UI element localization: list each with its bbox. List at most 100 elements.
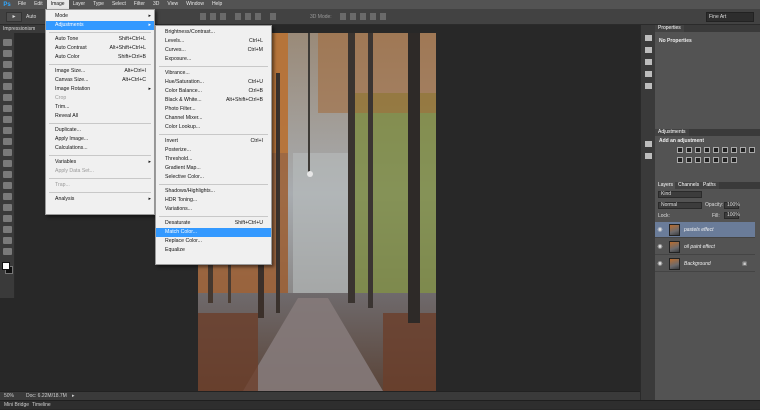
menu-item-reveal-all[interactable]: Reveal All <box>46 112 154 121</box>
lock-icon[interactable]: ▣ <box>742 261 747 267</box>
3d-roll-icon[interactable] <box>350 13 356 20</box>
menu-item-color-lookup[interactable]: Color Lookup... <box>156 123 271 132</box>
path-select-tool-icon[interactable] <box>3 215 12 222</box>
distribute-right-icon[interactable] <box>255 13 261 20</box>
3d-rotate-icon[interactable] <box>340 13 346 20</box>
hand-tool-icon[interactable] <box>3 237 12 244</box>
menu-item-channel-mixer[interactable]: Channel Mixer... <box>156 114 271 123</box>
menu-item-auto-contrast[interactable]: Auto Contrast Alt+Shift+Ctrl+L <box>46 44 154 53</box>
menu-view[interactable]: View <box>163 0 182 9</box>
menu-item-canvas-size[interactable]: Canvas Size... Alt+Ctrl+C <box>46 76 154 85</box>
exposure-adjustment-icon[interactable] <box>704 147 710 153</box>
menu-item-threshold[interactable]: Threshold... <box>156 155 271 164</box>
levels-adjustment-icon[interactable] <box>686 147 692 153</box>
history-brush-tool-icon[interactable] <box>3 138 12 145</box>
3d-slide-icon[interactable] <box>370 13 376 20</box>
visibility-eye-icon[interactable]: ◉ <box>655 260 665 267</box>
tab-paths[interactable]: Paths <box>700 182 719 189</box>
menu-item-shadows-highlights[interactable]: Shadows/Highlights... <box>156 187 271 196</box>
layer-row[interactable]: ◉ pastels effect <box>655 222 755 238</box>
menu-filter[interactable]: Filter <box>130 0 149 9</box>
move-tool-icon[interactable] <box>3 39 12 46</box>
menu-window[interactable]: Window <box>182 0 208 9</box>
clone-stamp-tool-icon[interactable] <box>3 127 12 134</box>
navigator-icon[interactable] <box>645 83 652 89</box>
brightness-adjustment-icon[interactable] <box>677 147 683 153</box>
menu-3d[interactable]: 3D <box>149 0 163 9</box>
menu-item-color-balance[interactable]: Color Balance... Ctrl+B <box>156 87 271 96</box>
play-icon[interactable] <box>645 59 652 65</box>
selective-color-adjustment-icon[interactable] <box>731 157 737 163</box>
lasso-tool-icon[interactable] <box>3 61 12 68</box>
menu-item-black-white[interactable]: Black & White... Alt+Shift+Ctrl+B <box>156 96 271 105</box>
workspace-switcher[interactable]: Fine Art <box>706 12 754 22</box>
menu-item-crop[interactable]: Crop <box>46 94 154 103</box>
hue-saturation-adjustment-icon[interactable] <box>722 147 728 153</box>
crop-tool-icon[interactable] <box>3 83 12 90</box>
3d-scale-icon[interactable] <box>380 13 386 20</box>
paragraph-icon[interactable] <box>645 153 652 159</box>
marquee-tool-icon[interactable] <box>3 50 12 57</box>
invert-adjustment-icon[interactable] <box>695 157 701 163</box>
channel-mixer-adjustment-icon[interactable] <box>677 157 683 163</box>
dodge-tool-icon[interactable] <box>3 182 12 189</box>
menu-item-equalize[interactable]: Equalize <box>156 246 271 255</box>
menu-item-levels[interactable]: Levels... Ctrl+L <box>156 37 271 46</box>
tab-layers[interactable]: Layers <box>655 182 677 189</box>
tab-channels[interactable]: Channels <box>675 182 703 189</box>
auto-select-checkbox[interactable]: Auto <box>26 13 42 21</box>
menu-item-calculations[interactable]: Calculations... <box>46 144 154 153</box>
menu-item-hdr-toning[interactable]: HDR Toning... <box>156 196 271 205</box>
quick-select-tool-icon[interactable] <box>3 72 12 79</box>
distribute-left-icon[interactable] <box>235 13 241 20</box>
menu-item-apply-image[interactable]: Apply Image... <box>46 135 154 144</box>
info-icon[interactable] <box>645 71 652 77</box>
distribute-middle-icon[interactable] <box>210 13 216 20</box>
blend-mode-select[interactable]: Normal <box>658 202 702 209</box>
3d-pan-icon[interactable] <box>360 13 366 20</box>
menu-type[interactable]: Type <box>89 0 108 9</box>
color-balance-adjustment-icon[interactable] <box>731 147 737 153</box>
menu-image[interactable]: Image <box>46 0 69 9</box>
tab-properties[interactable]: Properties <box>655 25 684 32</box>
vibrance-adjustment-icon[interactable] <box>713 147 719 153</box>
menu-item-image-rotation[interactable]: Image Rotation ▸ <box>46 85 154 94</box>
distribute-center-icon[interactable] <box>245 13 251 20</box>
menu-item-adjustments[interactable]: Adjustments ▸ <box>46 21 154 30</box>
menu-item-desaturate[interactable]: Desaturate Shift+Ctrl+U <box>156 219 271 228</box>
layer-row[interactable]: ◉ oil paint effect <box>655 239 755 255</box>
menu-item-variables[interactable]: Variables ▸ <box>46 158 154 167</box>
menu-item-mode[interactable]: Mode ▸ <box>46 12 154 21</box>
menu-item-curves[interactable]: Curves... Ctrl+M <box>156 46 271 55</box>
fill-field[interactable]: 100% <box>724 212 740 219</box>
healing-tool-icon[interactable] <box>3 105 12 112</box>
gradient-map-adjustment-icon[interactable] <box>722 157 728 163</box>
shape-tool-icon[interactable] <box>3 226 12 233</box>
zoom-tool-icon[interactable] <box>3 248 12 255</box>
menu-item-selective-color[interactable]: Selective Color... <box>156 173 271 182</box>
menu-edit[interactable]: Edit <box>30 0 47 9</box>
menu-item-duplicate[interactable]: Duplicate... <box>46 126 154 135</box>
eyedropper-tool-icon[interactable] <box>3 94 12 101</box>
menu-item-variations[interactable]: Variations... <box>156 205 271 214</box>
distribute-top-icon[interactable] <box>200 13 206 20</box>
threshold-adjustment-icon[interactable] <box>713 157 719 163</box>
actions-icon[interactable] <box>645 47 652 53</box>
photo-filter-adjustment-icon[interactable] <box>749 147 755 153</box>
brush-tool-icon[interactable] <box>3 116 12 123</box>
menu-item-analysis[interactable]: Analysis ▸ <box>46 195 154 204</box>
menu-item-apply-data-set[interactable]: Apply Data Set... <box>46 167 154 176</box>
menu-select[interactable]: Select <box>108 0 130 9</box>
auto-align-icon[interactable] <box>270 13 276 20</box>
visibility-eye-icon[interactable]: ◉ <box>655 243 665 250</box>
black-white-adjustment-icon[interactable] <box>740 147 746 153</box>
eraser-tool-icon[interactable] <box>3 149 12 156</box>
menu-item-auto-color[interactable]: Auto Color Shift+Ctrl+B <box>46 53 154 62</box>
color-lookup-adjustment-icon[interactable] <box>686 157 692 163</box>
menu-item-vibrance[interactable]: Vibrance... <box>156 69 271 78</box>
menu-item-photo-filter[interactable]: Photo Filter... <box>156 105 271 114</box>
foreground-color-swatch[interactable] <box>2 262 10 270</box>
posterize-adjustment-icon[interactable] <box>704 157 710 163</box>
menu-item-brightness-contrast[interactable]: Brightness/Contrast... <box>156 28 271 37</box>
layer-row[interactable]: ◉ Background ▣ <box>655 256 755 272</box>
